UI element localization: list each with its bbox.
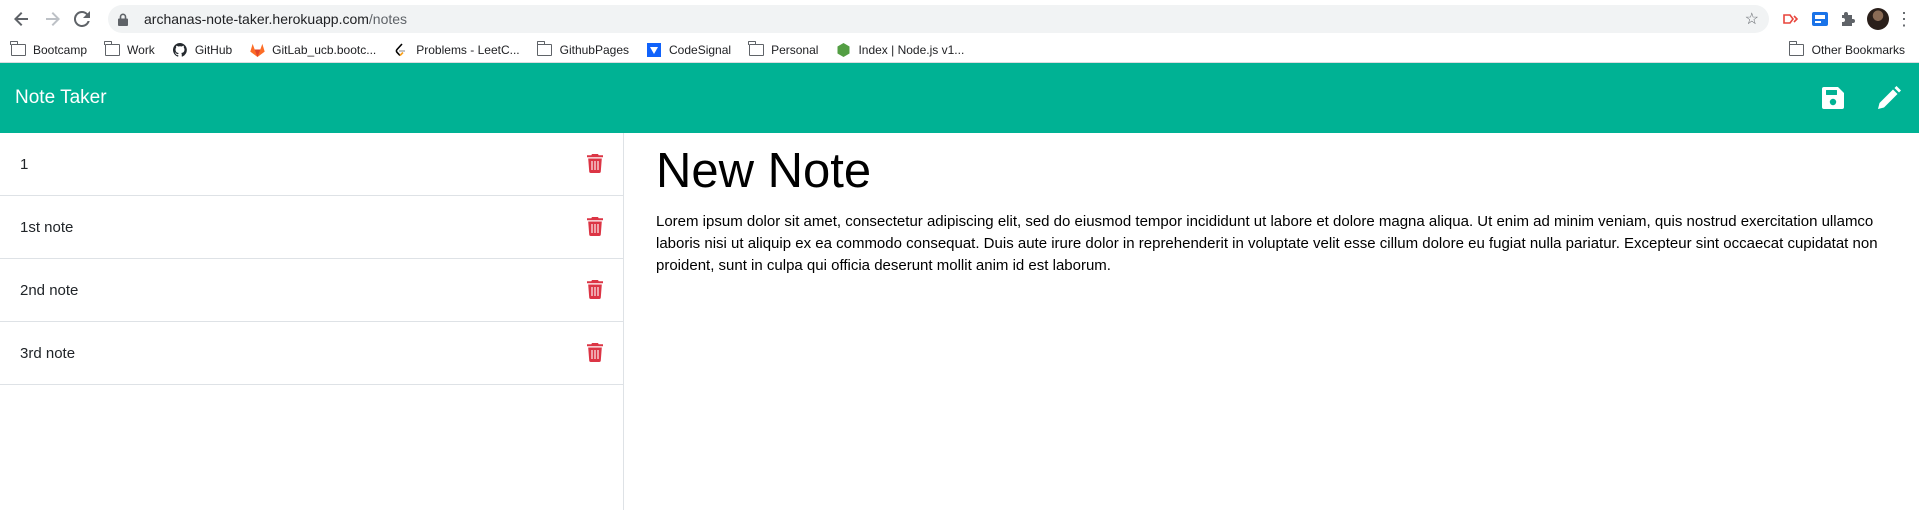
codesignal-icon <box>646 43 662 57</box>
reload-icon[interactable] <box>68 5 96 33</box>
github-icon <box>172 43 188 57</box>
profile-avatar[interactable] <box>1867 8 1889 30</box>
browser-menu-icon[interactable]: ⋮ <box>1895 9 1913 30</box>
bookmark-label: Other Bookmarks <box>1811 43 1905 57</box>
save-note-icon[interactable] <box>1818 83 1848 113</box>
bookmarks-bar: Bootcamp Work GitHub GitLab_ucb.bootc...… <box>0 38 1919 63</box>
bookmark-label: Work <box>127 43 155 57</box>
note-list-item[interactable]: 3rd note <box>0 322 623 385</box>
bookmark-work[interactable]: Work <box>104 41 155 57</box>
bookmark-gitlab[interactable]: GitLab_ucb.bootc... <box>249 43 376 57</box>
delete-trash-icon[interactable] <box>587 154 603 174</box>
bookmark-codesignal[interactable]: CodeSignal <box>646 43 731 57</box>
bookmark-githubpages[interactable]: GithubPages <box>536 41 630 57</box>
leetcode-icon <box>393 43 409 57</box>
bookmark-label: GitLab_ucb.bootc... <box>272 43 377 57</box>
note-list: 1 1st note 2nd note 3rd note <box>0 133 624 510</box>
extension-red-icon[interactable] <box>1779 6 1805 32</box>
other-bookmarks[interactable]: Other Bookmarks <box>1788 41 1905 57</box>
note-editor: New Note Lorem ipsum dolor sit amet, con… <box>624 133 1919 510</box>
bookmark-github[interactable]: GitHub <box>172 43 232 57</box>
browser-toolbar: archanas-note-taker.herokuapp.com/notes … <box>0 0 1919 38</box>
gitlab-icon <box>249 43 265 57</box>
folder-icon <box>536 41 553 57</box>
note-body-textarea[interactable]: Lorem ipsum dolor sit amet, consectetur … <box>656 211 1899 277</box>
note-title-label: 3rd note <box>20 344 76 362</box>
note-title-label: 2nd note <box>20 281 79 299</box>
note-list-item[interactable]: 1 <box>0 133 623 196</box>
bookmark-label: GitHub <box>194 43 233 57</box>
folder-icon <box>104 41 120 57</box>
app-title[interactable]: Note Taker <box>15 87 107 109</box>
note-list-item[interactable]: 2nd note <box>0 259 623 322</box>
bookmark-star-icon[interactable]: ☆ <box>1745 9 1759 29</box>
bookmark-label: Problems - LeetC... <box>416 43 520 57</box>
note-title-label: 1st note <box>20 218 74 236</box>
bookmark-nodejs[interactable]: Index | Node.js v1... <box>835 43 964 57</box>
address-bar[interactable]: archanas-note-taker.herokuapp.com/notes … <box>108 5 1769 33</box>
note-list-item[interactable]: 1st note <box>0 196 623 259</box>
folder-icon <box>748 41 764 57</box>
app-navbar: Note Taker <box>0 63 1919 133</box>
extensions-puzzle-icon[interactable] <box>1835 6 1861 32</box>
bookmark-personal[interactable]: Personal <box>748 41 819 57</box>
extension-blue-icon[interactable] <box>1807 6 1833 32</box>
bookmark-label: GithubPages <box>559 43 630 57</box>
bookmark-label: Personal <box>771 43 819 57</box>
url-path: /notes <box>368 11 408 27</box>
bookmark-label: CodeSignal <box>669 43 732 57</box>
delete-trash-icon[interactable] <box>587 343 603 363</box>
forward-arrow-icon[interactable] <box>38 5 66 33</box>
delete-trash-icon[interactable] <box>587 280 603 300</box>
bookmark-label: Index | Node.js v1... <box>858 43 965 57</box>
url-host: archanas-note-taker.herokuapp.com <box>144 11 369 27</box>
app-main: 1 1st note 2nd note 3rd note New Note Lo <box>0 133 1919 510</box>
note-title-input[interactable]: New Note <box>656 143 1899 199</box>
folder-icon <box>10 41 26 57</box>
lock-icon <box>118 12 130 26</box>
bookmark-bootcamp[interactable]: Bootcamp <box>10 41 88 57</box>
note-title-label: 1 <box>20 155 29 173</box>
new-note-pen-icon[interactable] <box>1874 83 1904 113</box>
bookmark-label: Bootcamp <box>33 43 88 57</box>
delete-trash-icon[interactable] <box>587 217 603 237</box>
bookmark-leetcode[interactable]: Problems - LeetC... <box>393 43 520 57</box>
nodejs-icon <box>835 43 851 57</box>
back-arrow-icon[interactable] <box>8 5 36 33</box>
folder-icon <box>1788 41 1805 57</box>
